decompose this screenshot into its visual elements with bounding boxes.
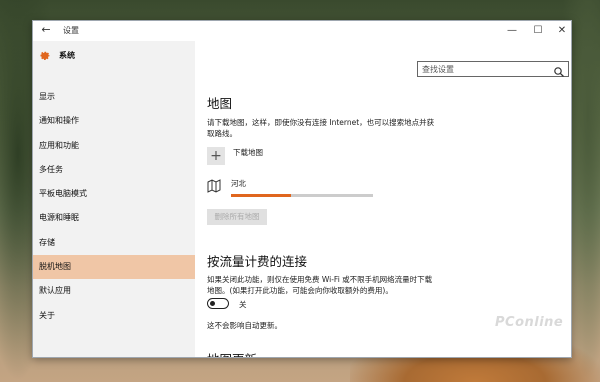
metered-toggle[interactable] [207,298,229,309]
search-icon [553,63,565,77]
search-input[interactable]: 查找设置 [417,61,569,77]
sidebar-item-multitasking[interactable]: 多任务 [33,158,195,182]
search-placeholder: 查找设置 [422,65,454,74]
sidebar-item-power[interactable]: 电源和睡眠 [33,206,195,230]
sidebar-item-offline-maps[interactable]: 脱机地图 [33,255,195,280]
sidebar-item-display[interactable]: 显示 [33,85,195,109]
sidebar-item-storage[interactable]: 存储 [33,231,195,255]
download-progress-fill [231,194,291,197]
maps-heading: 地图 [207,96,233,111]
close-button[interactable]: ✕ [549,21,571,41]
delete-all-maps-button[interactable]: 删除所有地图 [207,209,267,225]
metered-heading: 按流量计费的连接 [207,254,308,269]
download-map-label[interactable]: 下载地图 [233,147,263,158]
toggle-knob [210,301,215,306]
sidebar-header: 系统 [39,45,75,65]
maps-description: 请下载地图，这样，即使你没有连接 Internet，也可以搜索地点并获取路线。 [207,118,435,138]
sidebar-title: 系统 [59,50,75,60]
sidebar-nav: 显示 通知和操作 应用和功能 多任务 平板电脑模式 电源和睡眠 存储 脱机地图 … [33,85,195,328]
sidebar-item-about[interactable]: 关于 [33,304,195,328]
downloaded-map-name[interactable]: 河北 [231,178,246,189]
sidebar-item-tablet-mode[interactable]: 平板电脑模式 [33,182,195,206]
download-progress-bar [231,194,373,197]
sidebar-item-default-apps[interactable]: 默认应用 [33,279,195,303]
minimize-button[interactable]: — [499,21,525,41]
back-arrow-icon[interactable]: ← [39,23,53,37]
gear-icon [39,49,51,61]
map-icon [207,178,221,193]
main-content: 查找设置 地图 请下载地图，这样，即使你没有连接 Internet，也可以搜索地… [195,41,571,357]
title-bar: ← 设置 — ☐ ✕ [33,21,571,41]
watermark-logo: PConline [495,315,564,330]
sidebar-item-apps[interactable]: 应用和功能 [33,134,195,158]
sidebar-item-notifications[interactable]: 通知和操作 [33,109,195,133]
auto-update-note: 这不会影响自动更新。 [207,321,282,330]
add-map-button[interactable]: + [207,147,225,165]
settings-window: ← 设置 — ☐ ✕ 系统 显示 通知和操作 应用和功能 多任务 平板电脑模式 … [32,20,572,358]
updates-heading: 地图更新 [207,349,257,357]
window-title: 设置 [63,26,79,35]
sidebar: 系统 显示 通知和操作 应用和功能 多任务 平板电脑模式 电源和睡眠 存储 脱机… [33,41,195,357]
metered-description: 如果关闭此功能，则仅在使用免费 Wi-Fi 或不限手机网络流量时下载地图。(如果… [207,275,433,295]
toggle-state-label: 关 [239,300,247,309]
maximize-button[interactable]: ☐ [525,21,551,41]
